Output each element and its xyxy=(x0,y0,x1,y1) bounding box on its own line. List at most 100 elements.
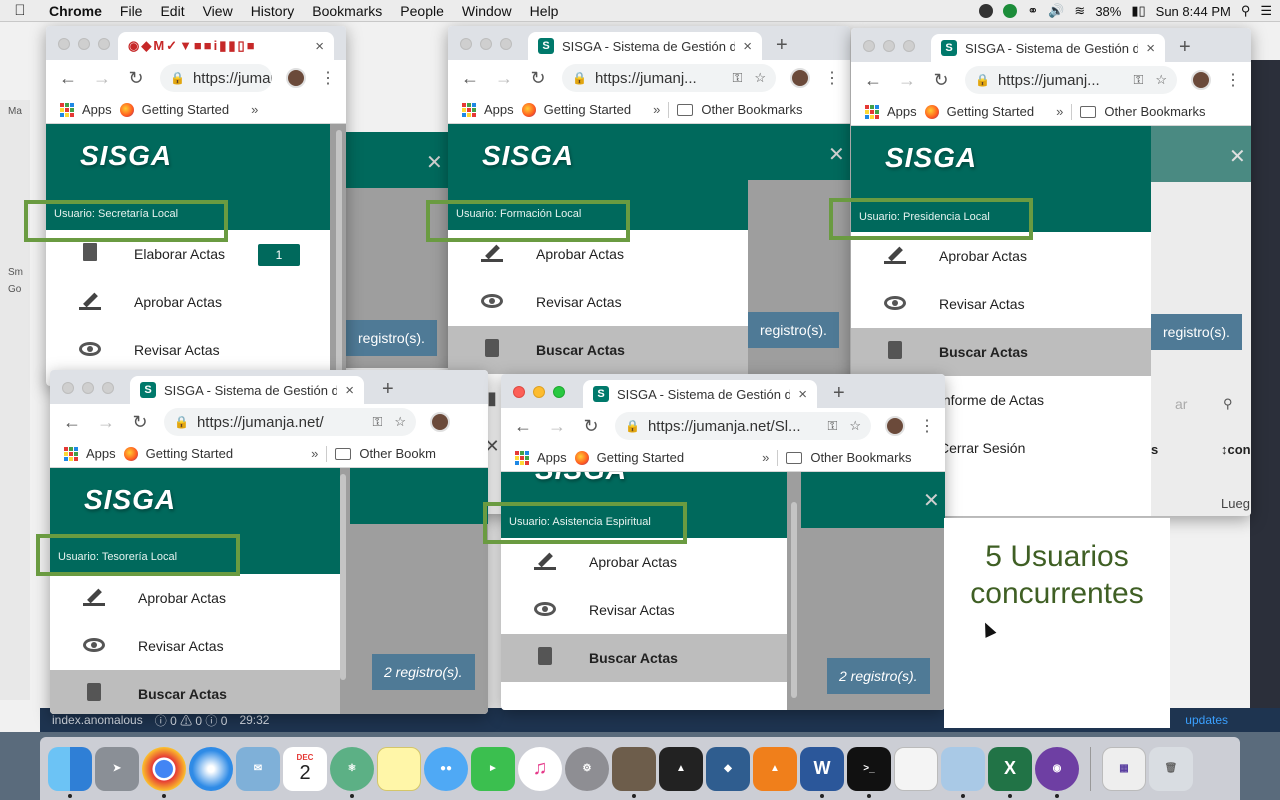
more-bookmarks-icon[interactable]: » xyxy=(762,450,769,465)
menu-view[interactable]: View xyxy=(194,3,242,19)
more-bookmarks-icon[interactable]: » xyxy=(311,446,318,461)
mail-icon[interactable]: ✉ xyxy=(236,746,280,791)
notes-icon[interactable] xyxy=(377,746,421,791)
status-file[interactable]: index.anomalous xyxy=(52,713,143,727)
menu-kebab-icon[interactable]: ⋮ xyxy=(320,68,346,88)
back-icon[interactable]: ← xyxy=(513,416,533,437)
menu-help[interactable]: Help xyxy=(521,3,568,19)
close-icon[interactable]: ✕ xyxy=(923,488,940,513)
close-tab-icon[interactable]: × xyxy=(315,38,324,55)
apps-grid-icon[interactable] xyxy=(60,102,74,117)
collab-doc-icon[interactable]: ▦ xyxy=(1102,746,1146,791)
trash-icon[interactable]: 🗑 xyxy=(1149,746,1193,791)
atom-icon[interactable]: ⚛ xyxy=(330,746,374,798)
more-bookmarks-icon[interactable]: » xyxy=(251,102,258,117)
window-controls[interactable] xyxy=(513,386,565,398)
window-controls[interactable] xyxy=(460,38,512,50)
key-icon[interactable]: ⚿ xyxy=(372,414,382,430)
back-icon[interactable]: ← xyxy=(62,412,82,433)
new-tab-button[interactable]: + xyxy=(1179,36,1191,59)
profile-avatar[interactable] xyxy=(430,412,450,432)
address-bar[interactable]: 🔒 https://jumanja.net/ ⚿ ☆ xyxy=(164,408,416,436)
menu-bookmarks[interactable]: Bookmarks xyxy=(303,3,391,19)
bookmark-other[interactable]: Other Bookmarks xyxy=(810,450,911,465)
bookmark-getting-started[interactable]: Getting Started xyxy=(597,450,684,465)
close-icon[interactable]: ✕ xyxy=(828,142,845,167)
bookmark-apps[interactable]: Apps xyxy=(82,102,112,117)
menu-kebab-icon[interactable]: ⋮ xyxy=(919,416,945,436)
more-bookmarks-icon[interactable]: » xyxy=(1056,104,1063,119)
apps-grid-icon[interactable] xyxy=(64,446,78,461)
star-icon[interactable]: ☆ xyxy=(754,70,766,86)
vlc-icon[interactable]: ▲ xyxy=(753,746,797,791)
url-text[interactable]: https://jumanj... xyxy=(595,70,697,87)
bookmark-other[interactable]: Other Bookmarks xyxy=(701,102,802,117)
status-counts[interactable]: ⓘ 0 ⚠ 0 ⓘ 0 xyxy=(155,712,228,729)
url-text[interactable]: https://jumanj... xyxy=(193,70,272,87)
key-icon[interactable]: ⚿ xyxy=(732,70,742,86)
bookmark-getting-started[interactable]: Getting Started xyxy=(146,446,233,461)
reload-icon[interactable]: ↻ xyxy=(931,70,951,91)
tab-sisga[interactable]: S SISGA - Sistema de Gestión de × xyxy=(528,32,762,60)
bookmark-getting-started[interactable]: Getting Started xyxy=(142,102,229,117)
updates-link[interactable]: updates xyxy=(1185,713,1228,727)
profile-avatar[interactable] xyxy=(286,68,306,88)
star-icon[interactable]: ☆ xyxy=(1155,72,1167,88)
excel-icon[interactable]: X xyxy=(988,746,1032,798)
bookmark-apps[interactable]: Apps xyxy=(887,104,917,119)
bookmark-getting-started[interactable]: Getting Started xyxy=(947,104,1034,119)
close-tab-icon[interactable]: × xyxy=(798,386,807,403)
creative-cloud-icon[interactable]: ⚭ xyxy=(1027,3,1038,19)
url-text[interactable]: https://jumanja.net/Sl... xyxy=(648,418,801,435)
menu-file[interactable]: File xyxy=(111,3,152,19)
menu-buscar-actas[interactable]: Buscar Actas xyxy=(851,328,1151,376)
itunes-icon[interactable]: ♫ xyxy=(518,746,562,791)
safari-icon[interactable] xyxy=(189,746,233,791)
forward-icon[interactable]: → xyxy=(547,416,567,437)
menu-aprobar-actas[interactable]: Aprobar Actas xyxy=(50,574,340,622)
finder-icon[interactable] xyxy=(48,746,92,798)
notification-center-icon[interactable]: ☰ xyxy=(1260,3,1272,19)
page-scrollbar[interactable] xyxy=(791,502,797,698)
menu-edit[interactable]: Edit xyxy=(151,3,193,19)
apps-grid-icon[interactable] xyxy=(462,102,476,117)
battery-icon[interactable]: ▮▯ xyxy=(1131,3,1145,19)
menu-buscar-actas[interactable]: Buscar Actas xyxy=(448,326,748,374)
bookmark-other[interactable]: Other Bookm xyxy=(359,446,436,461)
page-scrollbar[interactable] xyxy=(340,474,346,680)
apps-grid-icon[interactable] xyxy=(865,104,879,119)
profile-avatar[interactable] xyxy=(790,68,810,88)
forward-icon[interactable]: → xyxy=(96,412,116,433)
window-controls[interactable] xyxy=(58,38,110,50)
close-tab-icon[interactable]: × xyxy=(743,38,752,55)
sourcetree-icon[interactable]: ◆ xyxy=(706,746,750,791)
menu-revisar-actas[interactable]: Revisar Actas xyxy=(501,586,787,634)
bookmark-apps[interactable]: Apps xyxy=(537,450,567,465)
menu-buscar-actas[interactable]: Buscar Actas xyxy=(501,634,787,682)
key-icon[interactable]: ⚿ xyxy=(827,418,837,434)
address-bar[interactable]: 🔒 https://jumanj... ⚿ ☆ xyxy=(965,66,1177,94)
pinned-tabs-icons[interactable]: ◉◆M✓▼■■i▮▮▯■ xyxy=(128,38,307,54)
forward-icon[interactable]: → xyxy=(897,70,917,91)
menu-revisar-actas[interactable]: Revisar Actas xyxy=(46,326,330,374)
reload-icon[interactable]: ↻ xyxy=(581,416,601,437)
calendar-icon[interactable]: DEC 2 xyxy=(283,746,327,791)
close-tab-icon[interactable]: × xyxy=(1146,40,1155,57)
reload-icon[interactable]: ↻ xyxy=(130,412,150,433)
word-icon[interactable]: W xyxy=(800,746,844,798)
system-preferences-icon[interactable]: ⚙ xyxy=(565,746,609,791)
wifi-icon[interactable]: ≋ xyxy=(1074,3,1085,19)
github-icon[interactable]: ◉ xyxy=(1035,746,1079,798)
menu-kebab-icon[interactable]: ⋮ xyxy=(1225,70,1251,90)
launchpad-icon[interactable]: ➤ xyxy=(95,746,139,791)
bookmark-apps[interactable]: Apps xyxy=(86,446,116,461)
back-icon[interactable]: ← xyxy=(460,68,480,89)
status-app-icon[interactable] xyxy=(1003,4,1018,18)
profile-avatar[interactable] xyxy=(1191,70,1211,90)
key-icon[interactable]: ⚿ xyxy=(1133,72,1143,88)
tab-sisga[interactable]: S SISGA - Sistema de Gestión de × xyxy=(583,380,817,408)
url-text[interactable]: https://jumanj... xyxy=(998,72,1100,89)
menu-revisar-actas[interactable]: Revisar Actas xyxy=(851,280,1151,328)
menu-kebab-icon[interactable]: ⋮ xyxy=(824,68,850,88)
window-controls[interactable] xyxy=(863,40,915,52)
